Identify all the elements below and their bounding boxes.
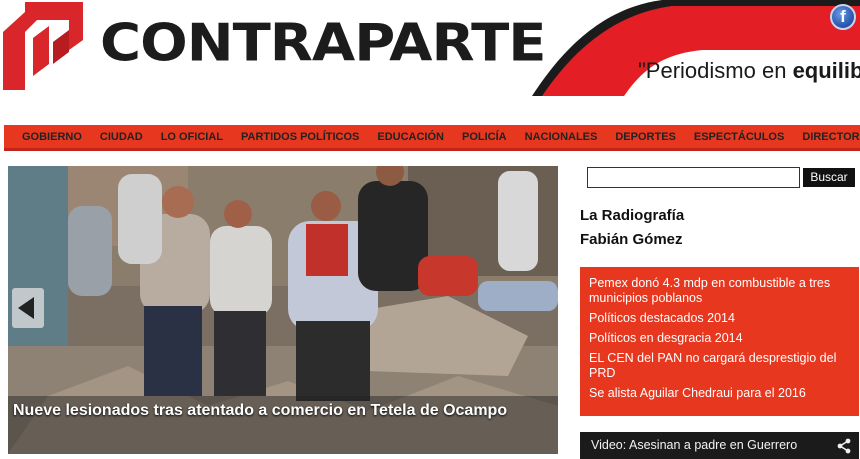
logo-wordmark[interactable]: CONTRAPARTE [100,18,547,70]
facebook-glyph: f [840,7,846,26]
logo-icon[interactable] [3,2,83,90]
video-title[interactable]: Video: Asesinan a padre en Guerrero [591,438,797,452]
nav-item-nacionales[interactable]: NACIONALES [525,131,598,143]
facebook-icon[interactable]: f [830,4,856,30]
share-icon[interactable] [836,438,852,454]
nav-item-espectaculos[interactable]: ESPECTÁCULOS [694,131,784,143]
nav-item-gobierno[interactable]: GOBIERNO [22,131,82,143]
chevron-left-icon [18,297,34,319]
nav-item-directorio[interactable]: DIRECTORIO [802,131,860,143]
nav-item-policia[interactable]: POLICÍA [462,131,507,143]
main-nav: GOBIERNO CIUDAD LO OFICIAL PARTIDOS POLÍ… [4,125,860,151]
column-title-fabian-gomez[interactable]: Fabián Gómez [580,231,683,248]
slider-prev-button[interactable] [12,288,44,328]
nav-item-partidos-politicos[interactable]: PARTIDOS POLÍTICOS [241,131,359,143]
search-button[interactable]: Buscar [803,168,855,187]
column-title-la-radiografia[interactable]: La Radiografía [580,207,684,224]
headline-link[interactable]: Pemex donó 4.3 mdp en combustible a tres… [589,276,851,306]
search-input[interactable] [587,167,800,188]
nav-item-educacion[interactable]: EDUCACIÓN [377,131,444,143]
headline-link[interactable]: Se alista Aguilar Chedraui para el 2016 [589,386,851,401]
nav-item-lo-oficial[interactable]: LO OFICIAL [161,131,223,143]
slogan-bold: equilibr [792,58,860,83]
headline-link[interactable]: EL CEN del PAN no cargará desprestigio d… [589,351,851,381]
headline-link[interactable]: Políticos en desgracia 2014 [589,331,851,346]
site-header: CONTRAPARTE "Periodismo en equilibr f [0,0,860,118]
headline-link[interactable]: Políticos destacados 2014 [589,311,851,326]
headlines-box: Pemex donó 4.3 mdp en combustible a tres… [580,267,859,416]
slide-caption[interactable]: Nueve lesionados tras atentado a comerci… [13,402,507,420]
featured-slider[interactable]: Nueve lesionados tras atentado a comerci… [8,166,558,454]
video-widget[interactable]: Video: Asesinan a padre en Guerrero [580,432,859,459]
nav-item-ciudad[interactable]: CIUDAD [100,131,143,143]
slogan: "Periodismo en equilibr [638,58,860,84]
slogan-prefix: "Periodismo en [638,58,793,83]
nav-item-deportes[interactable]: DEPORTES [615,131,676,143]
